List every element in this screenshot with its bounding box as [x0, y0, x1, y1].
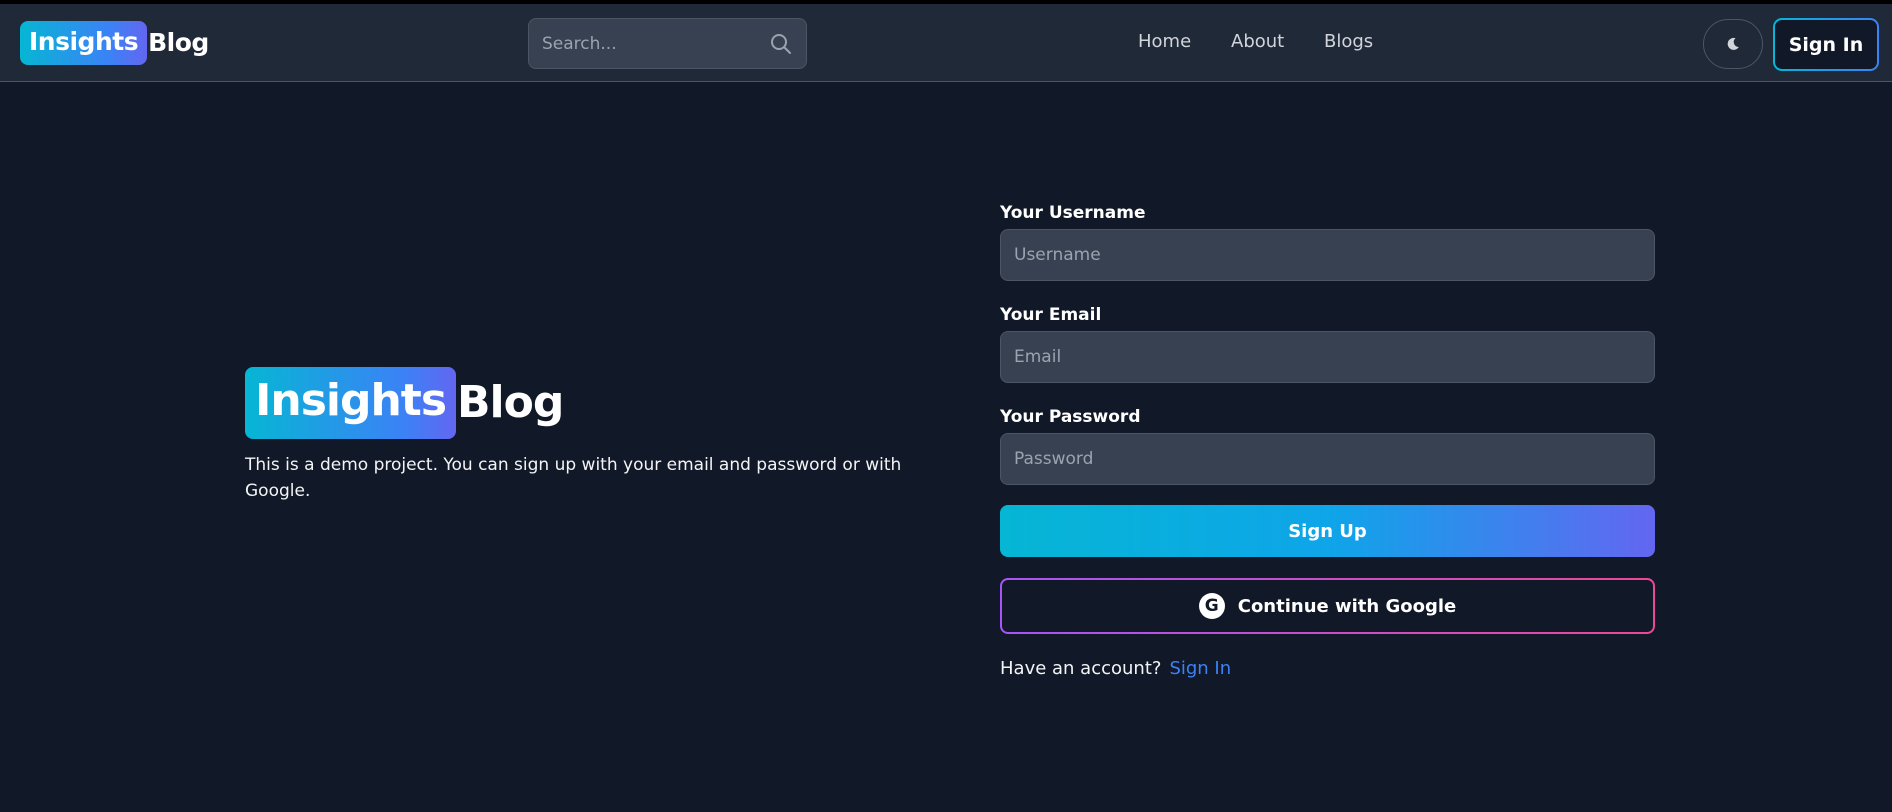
search-box [528, 18, 807, 69]
navbar: Insights Blog Home About Blogs Sign In [0, 4, 1892, 82]
signin-link[interactable]: Sign In [1169, 658, 1231, 679]
google-button-content: G Continue with Google [1002, 580, 1653, 632]
moon-icon [1727, 37, 1739, 50]
password-field[interactable] [1000, 433, 1655, 485]
signup-button[interactable]: Sign Up [1000, 505, 1655, 557]
nav-link-blogs[interactable]: Blogs [1324, 31, 1373, 52]
hero-logo: Insights Blog [245, 367, 564, 439]
google-icon: G [1198, 593, 1225, 619]
email-field[interactable] [1000, 331, 1655, 383]
signin-button-label: Sign In [1775, 20, 1877, 69]
hero-logo-text: Blog [457, 377, 564, 428]
theme-toggle-button[interactable] [1703, 19, 1763, 69]
have-account-row: Have an account? Sign In [1000, 658, 1231, 679]
nav-link-home[interactable]: Home [1138, 31, 1191, 52]
hero-logo-highlight: Insights [245, 367, 457, 439]
google-signin-button[interactable]: G Continue with Google [1000, 578, 1655, 634]
password-label: Your Password [1000, 407, 1141, 427]
search-icon[interactable] [769, 32, 793, 56]
nav-link-about[interactable]: About [1231, 31, 1284, 52]
have-account-text: Have an account? [1000, 658, 1162, 679]
navbar-logo[interactable]: Insights Blog [20, 21, 209, 65]
search-input[interactable] [529, 19, 762, 68]
username-label: Your Username [1000, 203, 1146, 223]
hero-description: This is a demo project. You can sign up … [245, 455, 902, 501]
username-field[interactable] [1000, 229, 1655, 281]
logo-highlight: Insights [20, 21, 148, 65]
google-button-label: Continue with Google [1237, 595, 1457, 617]
signin-button[interactable]: Sign In [1773, 18, 1879, 71]
logo-text: Blog [148, 28, 209, 57]
email-label: Your Email [1000, 305, 1102, 325]
